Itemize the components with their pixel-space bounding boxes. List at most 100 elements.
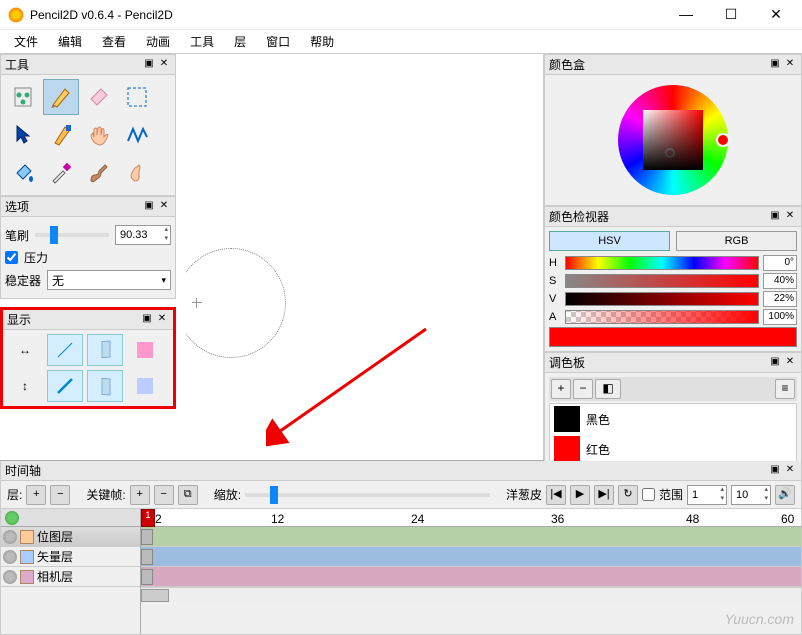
menu-view[interactable]: 查看	[94, 31, 134, 52]
remove-key-button[interactable]: −	[154, 485, 174, 505]
brush-size-input[interactable]: 90.33	[115, 225, 171, 245]
layer-row[interactable]: 位图层	[1, 527, 140, 547]
color-wheel[interactable]	[618, 85, 728, 195]
close-button[interactable]: ✕	[766, 6, 786, 23]
stabilizer-combo[interactable]: 无	[47, 270, 171, 290]
mirror-v-button[interactable]: ↕	[7, 370, 43, 402]
panel-close-icon[interactable]: ✕	[157, 58, 171, 72]
palette-item[interactable]: 黑色	[550, 404, 796, 434]
range-checkbox[interactable]	[642, 488, 655, 501]
add-key-button[interactable]: +	[130, 485, 150, 505]
hue-value[interactable]: 0°	[763, 255, 797, 271]
keyframe[interactable]	[141, 549, 153, 565]
palette-color-button[interactable]: ◧	[595, 379, 621, 399]
tool-smudge[interactable]	[119, 155, 155, 191]
alpha-slider[interactable]	[565, 310, 759, 324]
play-first-button[interactable]: |◀	[546, 485, 566, 505]
palette-remove-button[interactable]: −	[573, 379, 593, 399]
tool-eraser[interactable]	[81, 79, 117, 115]
tool-pen[interactable]	[43, 117, 79, 153]
panel-close-icon[interactable]: ✕	[783, 464, 797, 478]
track-row[interactable]	[141, 547, 801, 567]
playhead[interactable]: 1	[141, 509, 155, 527]
track-row[interactable]	[141, 527, 801, 547]
outlines-next-button[interactable]	[87, 370, 123, 402]
panel-float-icon[interactable]: ▣	[142, 58, 156, 72]
canvas[interactable]	[176, 54, 544, 460]
color-square[interactable]	[643, 110, 703, 170]
val-value[interactable]: 22%	[763, 291, 797, 307]
sound-button[interactable]: 🔊	[775, 485, 795, 505]
add-layer-button[interactable]: +	[26, 485, 46, 505]
menu-edit[interactable]: 编辑	[50, 31, 90, 52]
play-last-button[interactable]: ▶|	[594, 485, 614, 505]
remove-layer-button[interactable]: −	[50, 485, 70, 505]
layer-visible-icon[interactable]	[3, 550, 17, 564]
menu-window[interactable]: 窗口	[258, 31, 298, 52]
panel-float-icon[interactable]: ▣	[768, 58, 782, 72]
panel-close-icon[interactable]: ✕	[155, 313, 169, 327]
menu-animation[interactable]: 动画	[138, 31, 178, 52]
tool-eyedropper[interactable]	[43, 155, 79, 191]
maximize-button[interactable]: ☐	[721, 6, 741, 23]
val-slider[interactable]	[565, 292, 759, 306]
rgb-tab[interactable]: RGB	[676, 231, 797, 251]
keyframe[interactable]	[141, 529, 153, 545]
layer-row[interactable]: 相机层	[1, 567, 140, 587]
layer-visible-icon[interactable]	[3, 530, 17, 544]
menu-help[interactable]: 帮助	[302, 31, 342, 52]
panel-close-icon[interactable]: ✕	[783, 210, 797, 224]
menu-layer[interactable]: 层	[226, 31, 254, 52]
all-layers-visible-icon[interactable]	[5, 511, 19, 525]
mirror-h-button[interactable]: ↔	[7, 334, 43, 366]
tool-brush[interactable]	[81, 155, 117, 191]
pressure-checkbox[interactable]	[5, 251, 18, 264]
brush-size-slider[interactable]	[35, 233, 109, 237]
sat-value[interactable]: 40%	[763, 273, 797, 289]
panel-float-icon[interactable]: ▣	[140, 313, 154, 327]
panel-close-icon[interactable]: ✕	[783, 58, 797, 72]
hue-slider[interactable]	[565, 256, 759, 270]
timeline-tracks[interactable]: 1 2 12 24 36 48 60	[141, 509, 801, 634]
outlines-prev-button[interactable]	[87, 334, 123, 366]
layer-visible-icon[interactable]	[3, 570, 17, 584]
play-button[interactable]: ▶	[570, 485, 590, 505]
color-ring-cursor	[716, 133, 730, 147]
track-row[interactable]	[141, 567, 801, 587]
palette-add-button[interactable]: +	[551, 379, 571, 399]
dup-key-button[interactable]: ⧉	[178, 485, 198, 505]
sat-slider[interactable]	[565, 274, 759, 288]
tool-move[interactable]	[5, 117, 41, 153]
palette-item[interactable]: 红色	[550, 434, 796, 464]
layer-row[interactable]: 矢量层	[1, 547, 140, 567]
panel-float-icon[interactable]: ▣	[142, 200, 156, 214]
thin-lines-button[interactable]	[47, 334, 83, 366]
panel-float-icon[interactable]: ▣	[768, 356, 782, 370]
panel-float-icon[interactable]: ▣	[768, 464, 782, 478]
range-start-input[interactable]: 1	[687, 485, 727, 505]
alpha-value[interactable]: 100%	[763, 309, 797, 325]
thick-lines-button[interactable]	[47, 370, 83, 402]
tool-pencil[interactable]	[43, 79, 79, 115]
panel-close-icon[interactable]: ✕	[783, 356, 797, 370]
timeline-ruler[interactable]: 1 2 12 24 36 48 60	[141, 509, 801, 527]
tool-select[interactable]	[119, 79, 155, 115]
loop-button[interactable]: ↻	[618, 485, 638, 505]
panel-float-icon[interactable]: ▣	[768, 210, 782, 224]
panel-close-icon[interactable]: ✕	[157, 200, 171, 214]
range-end-input[interactable]: 10	[731, 485, 771, 505]
keyframe[interactable]	[141, 569, 153, 585]
timeline-scrollbar[interactable]	[141, 587, 801, 603]
onion-red-button[interactable]	[127, 334, 163, 366]
minimize-button[interactable]: —	[676, 6, 696, 23]
tool-polyline[interactable]	[119, 117, 155, 153]
menu-tools[interactable]: 工具	[182, 31, 222, 52]
onion-blue-button[interactable]	[127, 370, 163, 402]
timeline-zoom-slider[interactable]	[245, 493, 490, 497]
tool-clear[interactable]	[5, 79, 41, 115]
tool-bucket[interactable]	[5, 155, 41, 191]
menu-file[interactable]: 文件	[6, 31, 46, 52]
hsv-tab[interactable]: HSV	[549, 231, 670, 251]
palette-menu-button[interactable]: ≡	[775, 379, 795, 399]
tool-hand[interactable]	[81, 117, 117, 153]
